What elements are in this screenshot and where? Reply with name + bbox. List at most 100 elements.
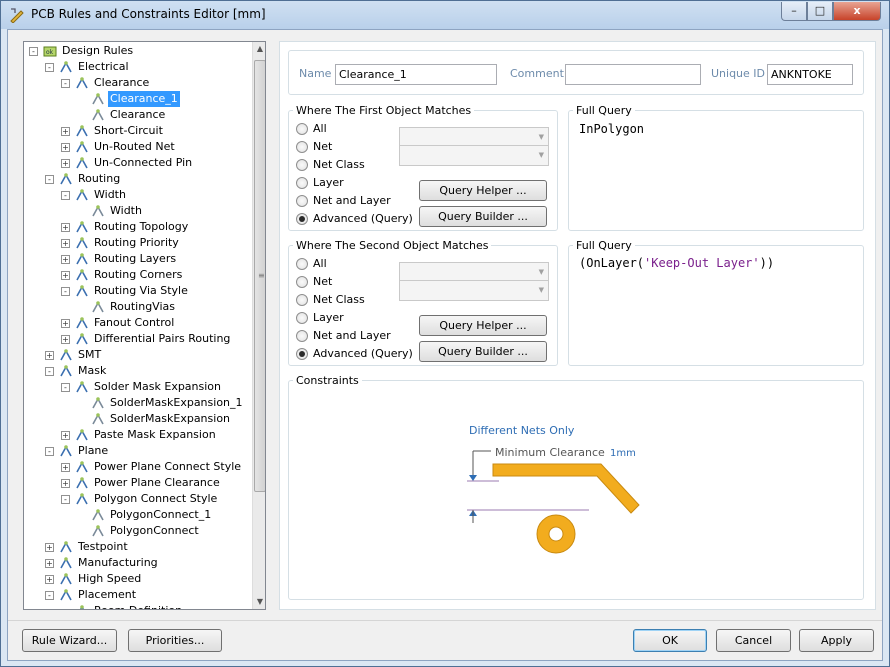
- collapse-icon[interactable]: -: [61, 79, 70, 88]
- expand-icon[interactable]: +: [61, 479, 70, 488]
- scroll-thumb[interactable]: ≡: [254, 60, 265, 492]
- tree-item-label: Paste Mask Expansion: [94, 428, 216, 441]
- priorities-button[interactable]: Priorities...: [128, 629, 222, 652]
- routing-topology-icon: [76, 221, 88, 233]
- first-object-title: Where The First Object Matches: [293, 104, 475, 117]
- scroll-up-icon[interactable]: ▲: [253, 42, 265, 56]
- radio-layer[interactable]: [296, 312, 308, 324]
- expand-icon[interactable]: +: [45, 575, 54, 584]
- radio-label[interactable]: Layer: [313, 176, 344, 189]
- collapse-icon[interactable]: -: [29, 47, 38, 56]
- radio-label[interactable]: Advanced (Query): [313, 212, 413, 225]
- comment-field[interactable]: [565, 64, 701, 85]
- expand-icon[interactable]: +: [61, 335, 70, 344]
- rule-panel: Name Clearance_1 Comment Unique ID ANKNT…: [279, 41, 876, 610]
- tree-item-label: Design Rules: [62, 44, 134, 57]
- expand-icon[interactable]: +: [61, 223, 70, 232]
- title-bar[interactable]: PCB Rules and Constraints Editor [mm] – …: [1, 1, 889, 29]
- expand-icon[interactable]: +: [45, 543, 54, 552]
- tree-item-label: RoutingVias: [110, 300, 175, 313]
- radio-label[interactable]: Advanced (Query): [313, 347, 413, 360]
- via-style-icon: [76, 285, 88, 297]
- expand-icon[interactable]: +: [45, 559, 54, 568]
- radio-label[interactable]: All: [313, 122, 327, 135]
- query-builder-button[interactable]: Query Builder ...: [419, 206, 547, 227]
- query-helper-button[interactable]: Query Helper ...: [419, 315, 547, 336]
- collapse-icon[interactable]: -: [61, 287, 70, 296]
- tree-scrollbar[interactable]: ▲ ≡ ▼: [252, 42, 265, 609]
- radio-layer[interactable]: [296, 177, 308, 189]
- second-full-query[interactable]: (OnLayer('Keep-Out Layer')): [579, 256, 774, 270]
- tree-item-label: PolygonConnect: [110, 524, 199, 537]
- plane-connect-icon: [76, 461, 88, 473]
- radio-net[interactable]: [296, 276, 308, 288]
- via-rule-icon: [92, 301, 104, 313]
- expand-icon[interactable]: +: [61, 319, 70, 328]
- tree-item-label: Routing Via Style: [94, 284, 188, 297]
- radio-net-and-layer[interactable]: [296, 195, 308, 207]
- expand-icon[interactable]: +: [61, 255, 70, 264]
- radio-advanced-query[interactable]: [296, 213, 308, 225]
- radio-label[interactable]: Net Class: [313, 293, 365, 306]
- net-class-combo[interactable]: ▼: [399, 145, 549, 166]
- scroll-down-icon[interactable]: ▼: [253, 595, 265, 609]
- expand-icon[interactable]: +: [61, 463, 70, 472]
- expand-icon[interactable]: +: [61, 127, 70, 136]
- radio-label[interactable]: All: [313, 257, 327, 270]
- net-class-combo[interactable]: ▼: [399, 280, 549, 301]
- radio-net-and-layer[interactable]: [296, 330, 308, 342]
- radio-label[interactable]: Layer: [313, 311, 344, 324]
- collapse-icon[interactable]: -: [45, 367, 54, 376]
- radio-net[interactable]: [296, 141, 308, 153]
- radio-label[interactable]: Net and Layer: [313, 329, 391, 342]
- unique-id-field[interactable]: ANKNTOKE: [767, 64, 853, 85]
- collapse-icon[interactable]: -: [45, 447, 54, 456]
- constraints-group: Constraints Different Nets Only Minimum …: [288, 374, 864, 600]
- radio-all[interactable]: [296, 123, 308, 135]
- radio-net-class[interactable]: [296, 159, 308, 171]
- radio-net-class[interactable]: [296, 294, 308, 306]
- expand-icon[interactable]: +: [61, 239, 70, 248]
- query-builder-button[interactable]: Query Builder ...: [419, 341, 547, 362]
- tree-item-label: Clearance: [94, 76, 150, 89]
- collapse-icon[interactable]: -: [61, 191, 70, 200]
- tree-item-label: SolderMaskExpansion: [110, 412, 231, 425]
- radio-label[interactable]: Net Class: [313, 158, 365, 171]
- cancel-button[interactable]: Cancel: [716, 629, 791, 652]
- routing-priority-icon: [76, 237, 88, 249]
- tree-item-label: Un-Routed Net: [94, 140, 175, 153]
- tree-item-label: Placement: [78, 588, 137, 601]
- first-full-query-title: Full Query: [573, 104, 635, 117]
- ok-button[interactable]: OK: [633, 629, 707, 652]
- expand-icon[interactable]: +: [45, 351, 54, 360]
- rule-wizard-button[interactable]: Rule Wizard...: [22, 629, 117, 652]
- expand-icon[interactable]: +: [61, 143, 70, 152]
- clearance-graphic: [467, 450, 640, 554]
- close-button[interactable]: x: [833, 2, 881, 21]
- paste-mask-icon: [76, 429, 88, 441]
- maximize-button[interactable]: □: [807, 2, 833, 21]
- collapse-icon[interactable]: -: [61, 495, 70, 504]
- query-helper-button[interactable]: Query Helper ...: [419, 180, 547, 201]
- first-full-query[interactable]: InPolygon: [579, 122, 644, 136]
- collapse-icon[interactable]: -: [61, 383, 70, 392]
- tree-item-label: Plane: [78, 444, 109, 457]
- expand-icon[interactable]: +: [61, 271, 70, 280]
- collapse-icon[interactable]: -: [45, 63, 54, 72]
- width-icon: [76, 189, 88, 201]
- rules-tree[interactable]: - ok Design Rules - Electrical - Clearance Clea…: [23, 41, 266, 610]
- radio-all[interactable]: [296, 258, 308, 270]
- radio-label[interactable]: Net: [313, 140, 332, 153]
- minimize-button[interactable]: –: [781, 2, 807, 21]
- radio-label[interactable]: Net and Layer: [313, 194, 391, 207]
- unconnected-pin-icon: [76, 157, 88, 169]
- collapse-icon[interactable]: -: [45, 591, 54, 600]
- routing-layers-icon: [76, 253, 88, 265]
- expand-icon[interactable]: +: [61, 159, 70, 168]
- collapse-icon[interactable]: -: [45, 175, 54, 184]
- apply-button[interactable]: Apply: [799, 629, 874, 652]
- expand-icon[interactable]: +: [61, 431, 70, 440]
- radio-advanced-query[interactable]: [296, 348, 308, 360]
- radio-label[interactable]: Net: [313, 275, 332, 288]
- name-field[interactable]: Clearance_1: [335, 64, 497, 85]
